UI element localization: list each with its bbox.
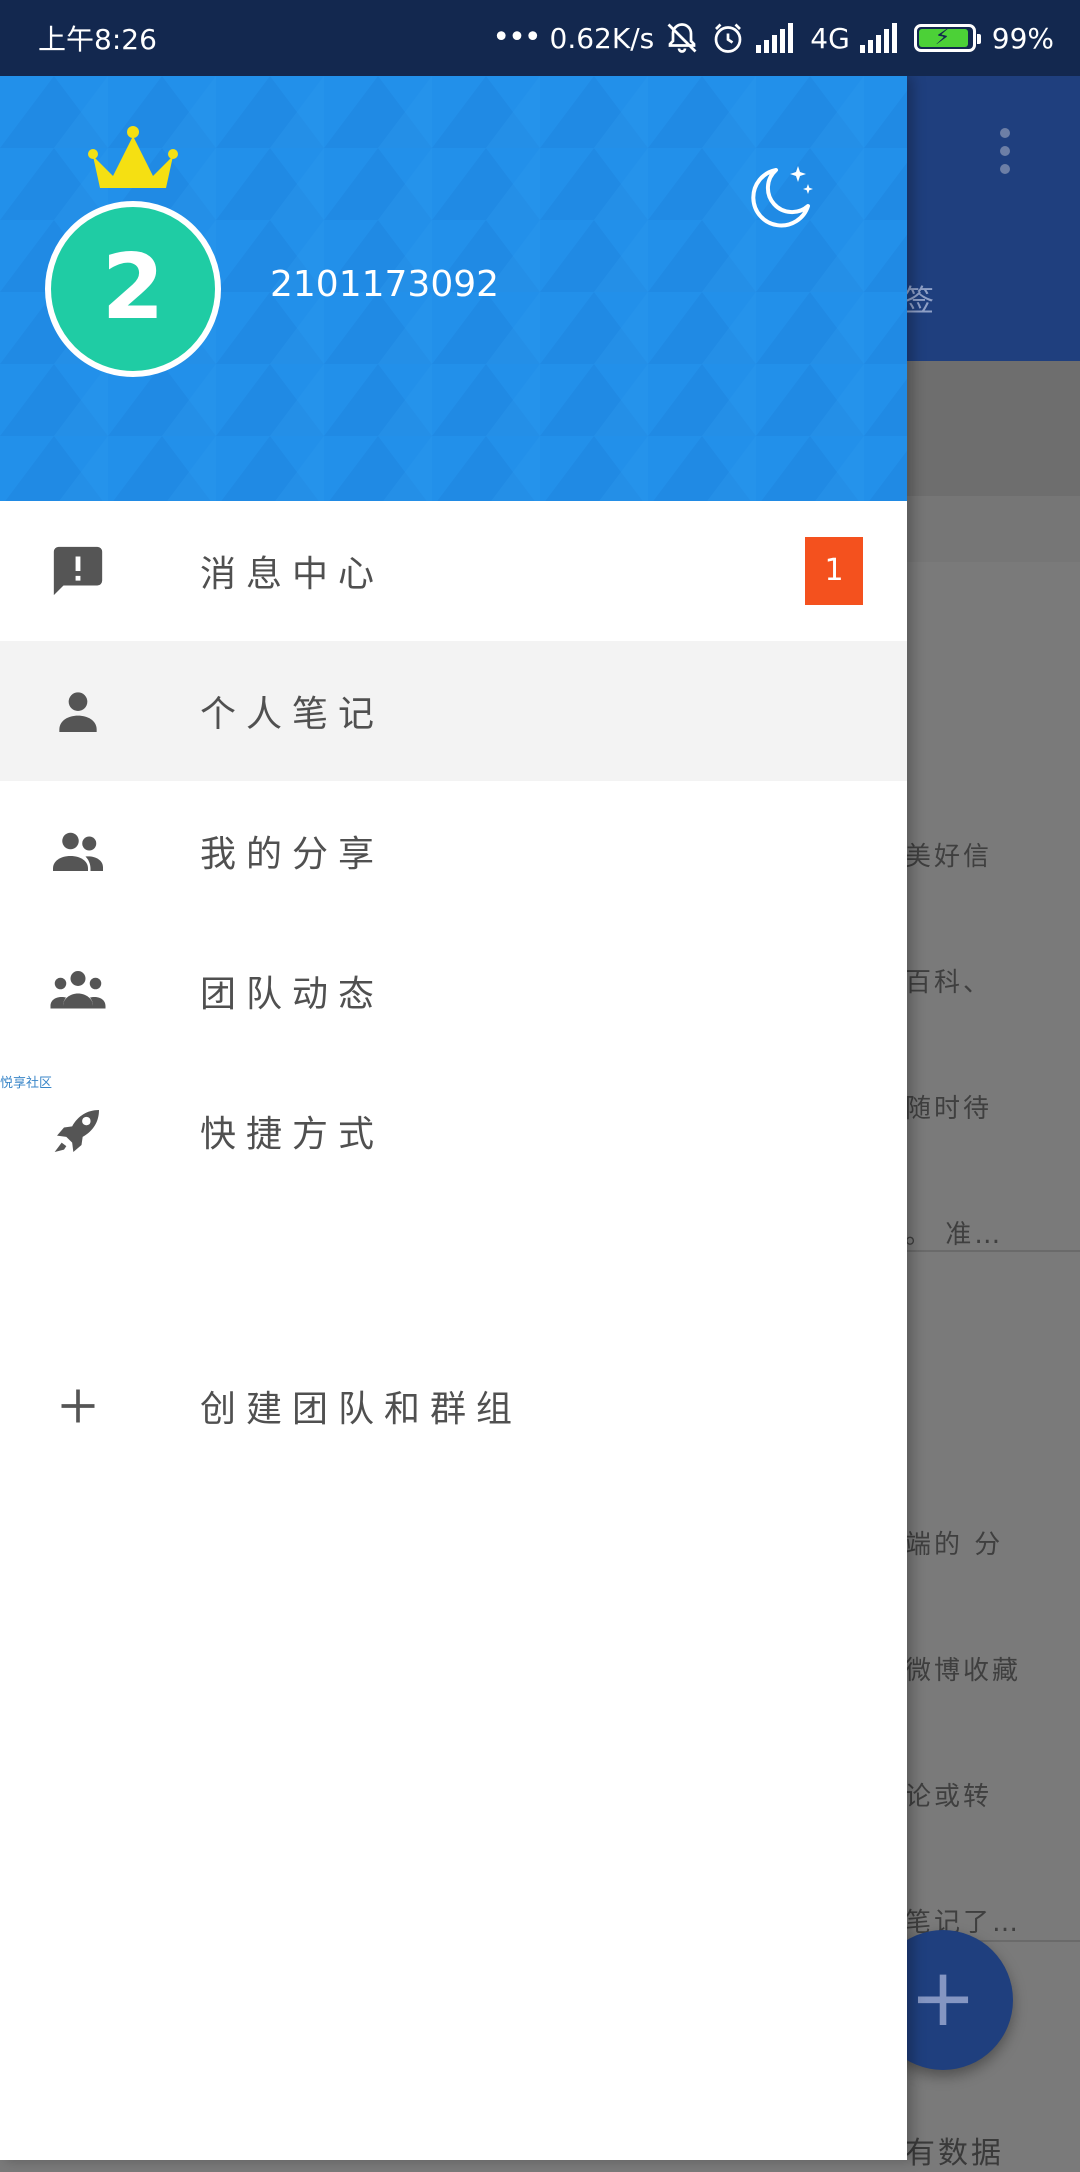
menu-item-label: 我的分享 bbox=[200, 834, 385, 875]
battery-percent: 99% bbox=[991, 21, 1054, 55]
create-team-button[interactable]: 创建团队和群组 bbox=[0, 1336, 907, 1476]
message-alert-icon bbox=[48, 541, 108, 601]
watermark: 悦享社区 bbox=[0, 1076, 53, 1091]
create-team-label: 创建团队和群组 bbox=[200, 1389, 523, 1430]
drawer-menu: 消息中心 1 个人笔记 我的分享 团队动态 快捷方式 bbox=[0, 501, 907, 1201]
card-line: 端的 分 bbox=[905, 1530, 1004, 1560]
network-type: 4G bbox=[810, 21, 850, 55]
unread-badge: 1 bbox=[805, 537, 863, 605]
person-icon bbox=[48, 681, 108, 741]
signal-icon-2 bbox=[859, 23, 904, 53]
battery-icon: ⚡ bbox=[913, 24, 981, 52]
menu-item-team-activity[interactable]: 团队动态 bbox=[0, 921, 907, 1061]
more-notifications-icon: ••• bbox=[492, 20, 541, 55]
menu-item-my-shares[interactable]: 我的分享 bbox=[0, 781, 907, 921]
moon-stars-icon[interactable] bbox=[746, 162, 816, 232]
background-tab[interactable]: 签 bbox=[904, 276, 934, 320]
status-bar: 上午8:26 ••• 0.62K/s 4G ⚡ 99% bbox=[0, 0, 1080, 76]
mute-bell-icon bbox=[664, 20, 700, 56]
username[interactable]: 2101173092 bbox=[270, 264, 499, 305]
navigation-drawer: 2 2101173092 消息中心 1 个人笔记 我的分享 团队动态 快捷方式 … bbox=[0, 76, 907, 2160]
menu-item-shortcuts[interactable]: 快捷方式 bbox=[0, 1061, 907, 1201]
people-icon bbox=[48, 821, 108, 881]
menu-item-personal-notes[interactable]: 个人笔记 bbox=[0, 641, 907, 781]
group-icon bbox=[48, 961, 108, 1021]
more-vert-icon[interactable] bbox=[1000, 128, 1012, 178]
menu-item-label: 个人笔记 bbox=[200, 694, 385, 735]
card-line: 随时待 bbox=[905, 1094, 993, 1124]
network-speed: 0.62K/s bbox=[549, 21, 655, 55]
avatar[interactable]: 2 bbox=[45, 201, 221, 377]
menu-item-label: 消息中心 bbox=[200, 554, 385, 595]
crown-icon bbox=[88, 126, 178, 188]
card-divider bbox=[905, 1250, 1080, 1252]
menu-item-label: 快捷方式 bbox=[200, 1114, 385, 1155]
card-line: 百科、 bbox=[905, 968, 993, 998]
menu-item-label: 团队动态 bbox=[200, 974, 385, 1015]
drawer-header: 2 2101173092 bbox=[0, 76, 907, 501]
status-time: 上午8:26 bbox=[38, 23, 157, 56]
card-line: 微博收藏 bbox=[905, 1656, 1022, 1686]
status-icons: ••• 0.62K/s 4G ⚡ 99% bbox=[492, 20, 1054, 56]
menu-item-messages[interactable]: 消息中心 1 bbox=[0, 501, 907, 641]
signal-icon bbox=[756, 23, 800, 53]
card-line: 美好信 bbox=[905, 842, 993, 872]
card-line: 论或转 bbox=[905, 1782, 993, 1812]
alarm-icon bbox=[710, 20, 746, 56]
plus-icon bbox=[48, 1376, 108, 1436]
empty-data-text: 有数据 bbox=[905, 2136, 1004, 2171]
rocket-icon bbox=[48, 1101, 108, 1161]
